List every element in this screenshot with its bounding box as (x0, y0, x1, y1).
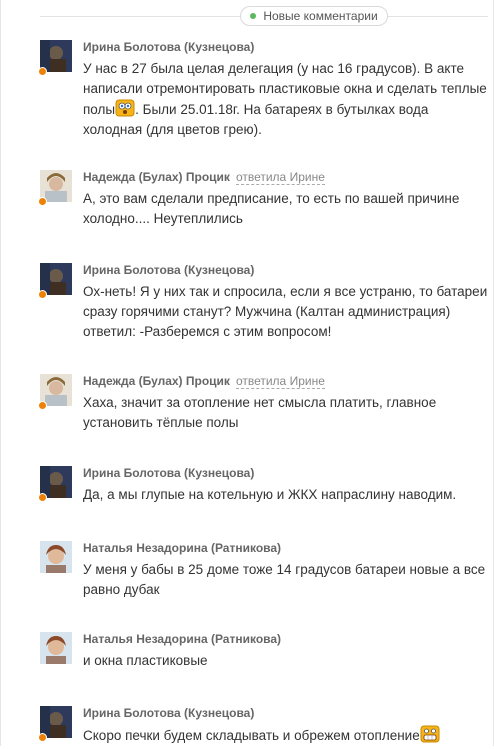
comment-author[interactable]: Надежда (Булах) Процик (83, 170, 230, 184)
comment-author[interactable]: Ирина Болотова (Кузнецова) (83, 466, 254, 480)
comment-author[interactable]: Надежда (Булах) Процик (83, 374, 230, 388)
comment-text: Ох-неть! Я у них так и спросила, если я … (83, 284, 488, 339)
avatar[interactable] (40, 632, 72, 664)
comment-author[interactable]: Ирина Болотова (Кузнецова) (83, 40, 254, 54)
comment-text: Скоро печки будем складывать и обрежем о… (83, 725, 488, 746)
left-border (0, 0, 1, 746)
comment-text: Да, а мы глупые на котельную и ЖКХ напра… (83, 487, 457, 502)
online-status-dot (38, 733, 47, 742)
online-status-dot (38, 197, 47, 206)
comment-text: У меня у бабы в 25 доме тоже 14 градусов… (83, 562, 486, 597)
comment-author[interactable]: Ирина Болотова (Кузнецова) (83, 263, 254, 277)
surprised-emoji-icon (115, 99, 135, 117)
comment-text-part: Скоро печки будем складывать и обрежем о… (83, 728, 420, 743)
comment-author[interactable]: Наталья Незадорина (Ратникова) (83, 541, 281, 555)
reply-to-link[interactable]: ответила Ирине (235, 170, 325, 185)
reply-to-link[interactable]: ответила Ирине (235, 374, 325, 389)
online-status-dot (38, 493, 47, 502)
online-status-dot (38, 401, 47, 410)
comment-text: У нас в 27 была целая делегация (у нас 1… (83, 59, 488, 140)
new-indicator-dot (250, 13, 257, 19)
comment-author[interactable]: Наталья Незадорина (Ратникова) (83, 632, 281, 646)
new-comments-button[interactable]: Новые комментарии (240, 6, 388, 26)
comment-text: и окна пластиковые (83, 653, 208, 668)
comment-text: Хаха, значит за отопление нет смысла пла… (83, 395, 437, 430)
new-comments-label: Новые комментарии (263, 9, 378, 23)
avatar[interactable] (40, 541, 72, 573)
online-status-dot (38, 67, 47, 76)
online-status-dot (38, 290, 47, 299)
comment-text-part: . Были 25.01.18г. На батареях в бутылках… (83, 102, 429, 137)
comment-author[interactable]: Ирина Болотова (Кузнецова) (83, 706, 254, 720)
grin-emoji-icon (420, 725, 440, 743)
comment-text: А, это вам сделали предписание, то есть … (83, 191, 460, 226)
